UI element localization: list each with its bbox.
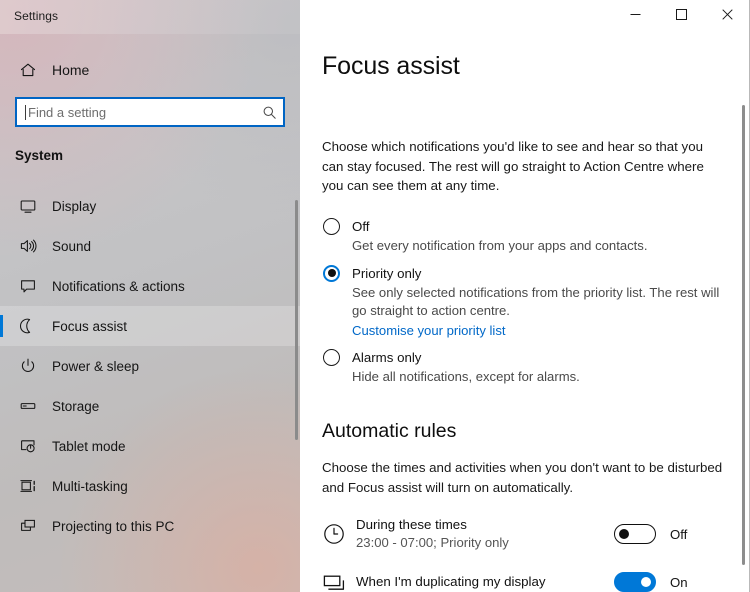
project-icon [8, 517, 48, 535]
rule-toggle-area-duplicating-display: On [614, 572, 734, 592]
automatic-rules-description: Choose the times and activities when you… [322, 460, 723, 495]
radio-option-priority-only-description: See only selected notifications from the… [352, 284, 720, 319]
rule-row-during-these-times[interactable]: During these times 23:00 - 07:00; Priori… [322, 510, 734, 558]
sidebar-item-tablet-mode[interactable]: Tablet mode [0, 426, 300, 466]
sidebar-item-power-sleep[interactable]: Power & sleep [0, 346, 300, 386]
radio-option-off[interactable]: Off Get every notification from your app… [322, 217, 728, 256]
rule-row-duplicating-display[interactable]: When I'm duplicating my display On [322, 558, 734, 592]
content-panel: Focus assist Choose which notifications … [300, 32, 749, 592]
sidebar-section-label: System [15, 148, 64, 163]
speaker-icon [8, 237, 48, 255]
search-icon[interactable] [255, 105, 283, 120]
sidebar-nav-list: Display Sound Notifications & actions Fo… [0, 186, 300, 546]
sidebar-item-focus-assist[interactable]: Focus assist [0, 306, 300, 346]
radio-mark-off[interactable] [323, 218, 340, 235]
sidebar-item-multi-tasking[interactable]: Multi-tasking [0, 466, 300, 506]
minimize-icon [630, 7, 641, 25]
sidebar-item-notifications-label: Notifications & actions [52, 278, 185, 294]
rule-name-duplicating-display: When I'm duplicating my display [356, 574, 546, 589]
search-box[interactable] [15, 97, 285, 127]
rule-toggle-area-during-these-times: Off [614, 524, 734, 544]
sidebar-item-tablet-mode-label: Tablet mode [52, 438, 126, 454]
page-description: Choose which notifications you'd like to… [322, 139, 704, 193]
sidebar-item-notifications[interactable]: Notifications & actions [0, 266, 300, 306]
sidebar-item-projecting-label: Projecting to this PC [52, 518, 175, 534]
sidebar-item-home[interactable]: Home [0, 54, 300, 86]
settings-window: Settings Home System [0, 0, 750, 592]
minimize-button[interactable] [612, 0, 658, 32]
sidebar-item-sound-label: Sound [52, 238, 92, 254]
toggle-state-duplicating-display: On [670, 574, 688, 590]
toggle-duplicating-display[interactable] [614, 572, 656, 592]
sidebar-item-home-label: Home [52, 62, 90, 78]
multitasking-icon [8, 477, 48, 495]
automatic-rules-list: During these times 23:00 - 07:00; Priori… [322, 510, 734, 592]
moon-icon [8, 317, 48, 335]
drive-icon [8, 397, 48, 415]
maximize-button[interactable] [658, 0, 704, 32]
customise-priority-list-link[interactable]: Customise your priority list [352, 322, 506, 341]
toggle-knob [619, 529, 629, 539]
duplicate-display-icon [322, 570, 356, 592]
rule-sub-during-these-times: 23:00 - 07:00; Priority only [356, 535, 509, 550]
radio-option-alarms-only-description: Hide all notifications, except for alarm… [352, 369, 580, 384]
sidebar-item-projecting[interactable]: Projecting to this PC [0, 506, 300, 546]
clock-icon [322, 522, 356, 546]
maximize-icon [675, 7, 687, 25]
radio-option-off-label: Off [352, 219, 370, 234]
radio-option-alarms-only-label: Alarms only [352, 350, 422, 365]
sidebar-item-storage-label: Storage [52, 398, 100, 414]
message-icon [8, 277, 48, 295]
sidebar: Settings Home System [0, 0, 300, 592]
focus-level-radio-group: Off Get every notification from your app… [322, 217, 728, 395]
power-icon [8, 357, 48, 375]
radio-option-priority-only[interactable]: Priority only See only selected notifica… [322, 264, 728, 341]
sidebar-item-sound[interactable]: Sound [0, 226, 300, 266]
home-icon [8, 61, 48, 79]
automatic-rules-title: Automatic rules [322, 420, 457, 442]
sidebar-item-display[interactable]: Display [0, 186, 300, 226]
tablet-icon [8, 437, 48, 455]
sidebar-scrollbar[interactable] [295, 200, 298, 440]
sidebar-item-storage[interactable]: Storage [0, 386, 300, 426]
sidebar-item-display-label: Display [52, 198, 97, 214]
toggle-state-during-these-times: Off [670, 526, 688, 542]
radio-option-priority-only-label: Priority only [352, 265, 422, 281]
rule-text-duplicating-display: When I'm duplicating my display [356, 573, 614, 591]
radio-option-off-description: Get every notification from your apps an… [352, 238, 648, 253]
close-icon [721, 7, 733, 25]
sidebar-item-power-sleep-label: Power & sleep [52, 358, 140, 374]
content-scrollbar[interactable] [742, 105, 745, 565]
radio-option-alarms-only[interactable]: Alarms only Hide all notifications, exce… [322, 348, 728, 387]
toggle-knob [641, 577, 651, 587]
search-input[interactable] [26, 104, 255, 120]
sidebar-item-multi-tasking-label: Multi-tasking [52, 478, 128, 494]
toggle-during-these-times[interactable] [614, 524, 656, 544]
app-title: Settings [14, 9, 59, 23]
rule-name-during-these-times: During these times [356, 517, 467, 532]
radio-mark-priority-only[interactable] [323, 264, 340, 282]
sidebar-item-focus-assist-label: Focus assist [52, 318, 128, 334]
monitor-icon [8, 197, 48, 215]
radio-mark-alarms-only[interactable] [323, 349, 340, 366]
page-title: Focus assist [322, 52, 460, 80]
close-button[interactable] [704, 0, 749, 32]
rule-text-during-these-times: During these times 23:00 - 07:00; Priori… [356, 516, 614, 552]
titlebar [300, 0, 749, 32]
